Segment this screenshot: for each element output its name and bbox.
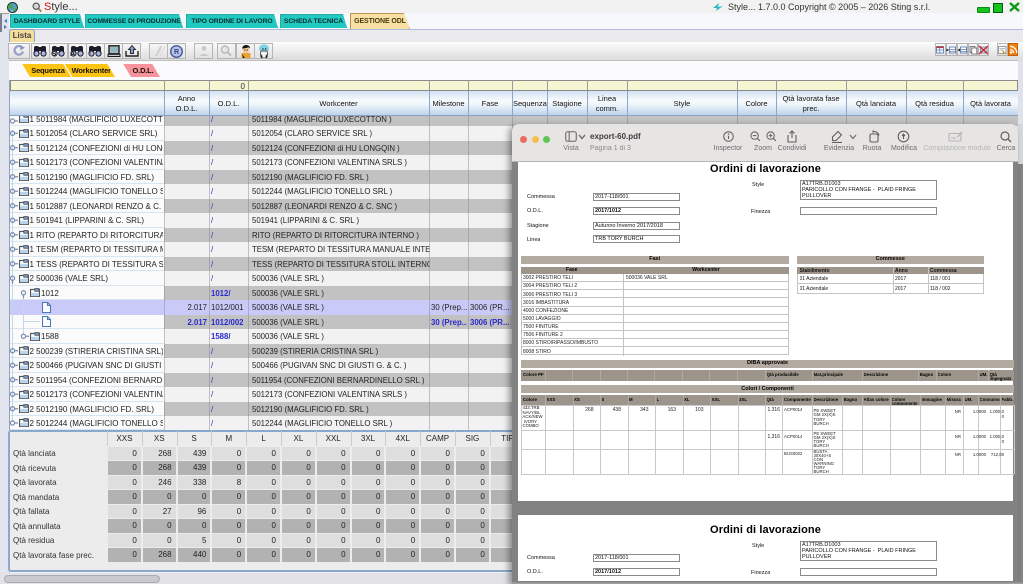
svg-text:R: R [174, 49, 179, 56]
